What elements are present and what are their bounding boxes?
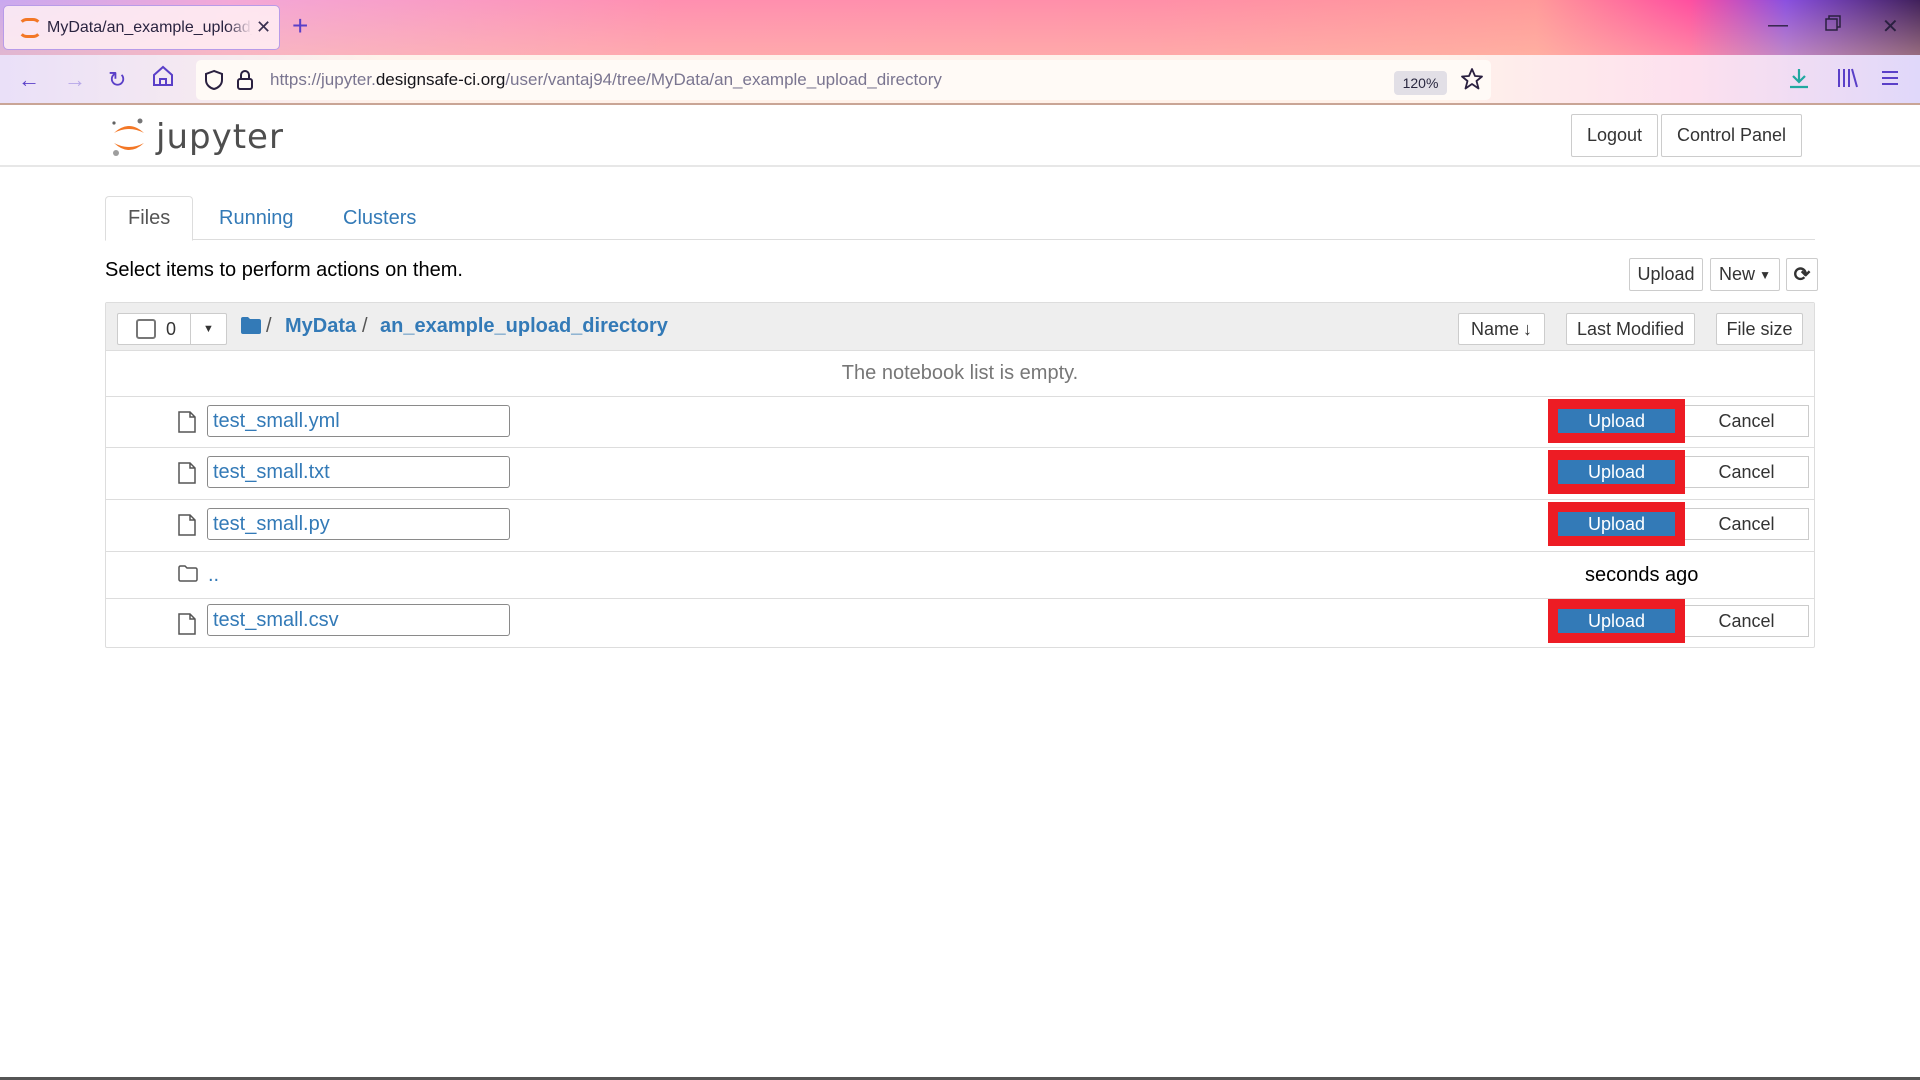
tab-clusters[interactable]: Clusters bbox=[321, 196, 438, 240]
url-text[interactable]: https://jupyter.designsafe-ci.org/user/v… bbox=[270, 70, 942, 90]
select-all-checkbox[interactable]: 0 bbox=[117, 313, 191, 345]
jupyter-page: jupyter Logout Control Panel Files Runni… bbox=[0, 107, 1920, 1080]
file-icon bbox=[178, 462, 196, 484]
back-icon[interactable]: ← bbox=[18, 67, 40, 93]
refresh-button[interactable]: ⟳ bbox=[1786, 258, 1818, 291]
minimize-icon[interactable]: — bbox=[1768, 14, 1788, 37]
jupyter-logo-text: jupyter bbox=[156, 117, 284, 157]
tab-files[interactable]: Files bbox=[105, 196, 194, 241]
tab-title: MyData/an_example_upload_directory bbox=[47, 18, 252, 36]
logout-button[interactable]: Logout bbox=[1571, 114, 1658, 157]
home-icon[interactable] bbox=[152, 65, 174, 93]
control-panel-button[interactable]: Control Panel bbox=[1661, 114, 1802, 157]
file-icon bbox=[178, 411, 196, 433]
upload-files-button[interactable]: Upload bbox=[1629, 258, 1703, 291]
list-item: test_small.py Upload Cancel bbox=[106, 500, 1814, 552]
breadcrumb-separator: / bbox=[266, 315, 272, 337]
url-prefix: https://jupyter. bbox=[270, 70, 376, 89]
upload-highlight: Upload bbox=[1548, 450, 1685, 494]
selected-count: 0 bbox=[166, 318, 177, 339]
list-item: test_small.csv Upload Cancel bbox=[106, 599, 1814, 649]
list-item: .. seconds ago bbox=[106, 552, 1814, 599]
cancel-upload-button[interactable]: Cancel bbox=[1685, 508, 1809, 540]
upload-file-button[interactable]: Upload bbox=[1558, 460, 1675, 484]
file-icon bbox=[178, 514, 196, 536]
cancel-upload-button[interactable]: Cancel bbox=[1685, 605, 1809, 637]
url-path: /user/vantaj94/tree/MyData/an_example_up… bbox=[505, 70, 942, 89]
main-tabs: Files Running Clusters bbox=[105, 196, 1815, 241]
checkbox-icon bbox=[136, 319, 156, 339]
list-header: 0 ▼ / MyData / an_example_upload_directo… bbox=[106, 303, 1814, 351]
browser-titlebar: MyData/an_example_upload_directory ✕ + —… bbox=[0, 0, 1920, 55]
select-dropdown-button[interactable]: ▼ bbox=[190, 313, 227, 345]
upload-file-button[interactable]: Upload bbox=[1558, 409, 1675, 433]
shield-icon[interactable] bbox=[204, 69, 224, 96]
selection-hint: Select items to perform actions on them. bbox=[105, 259, 463, 281]
refresh-icon: ⟳ bbox=[1793, 264, 1811, 286]
library-icon[interactable] bbox=[1836, 67, 1858, 94]
jupyter-favicon-icon bbox=[17, 17, 42, 38]
close-window-icon[interactable]: ✕ bbox=[1882, 14, 1899, 39]
sort-by-last-modified-button[interactable]: Last Modified bbox=[1566, 313, 1695, 345]
filename-input[interactable]: test_small.py bbox=[207, 508, 510, 540]
new-tab-button[interactable]: + bbox=[292, 10, 308, 42]
browser-navbar: ← → ↻ https://jupyter.designsafe-ci.org/… bbox=[0, 55, 1920, 105]
parent-folder-link[interactable]: .. bbox=[208, 564, 219, 587]
folder-icon bbox=[178, 565, 198, 587]
forward-icon[interactable]: → bbox=[64, 67, 86, 93]
close-tab-icon[interactable]: ✕ bbox=[256, 17, 271, 38]
tab-running[interactable]: Running bbox=[197, 196, 316, 240]
upload-file-button[interactable]: Upload bbox=[1558, 609, 1675, 633]
menu-icon[interactable] bbox=[1880, 69, 1900, 92]
new-dropdown-button[interactable]: New ▼ bbox=[1710, 258, 1780, 291]
sort-by-file-size-button[interactable]: File size bbox=[1716, 313, 1803, 345]
folder-root-icon[interactable] bbox=[241, 317, 261, 339]
url-host: designsafe-ci.org bbox=[375, 70, 506, 89]
reload-icon[interactable]: ↻ bbox=[108, 67, 126, 93]
arrow-down-icon: ↓ bbox=[1523, 318, 1532, 339]
jupyter-logo-icon bbox=[110, 115, 148, 159]
upload-highlight: Upload bbox=[1548, 502, 1685, 546]
lock-icon[interactable] bbox=[236, 69, 254, 96]
breadcrumb-mydata[interactable]: MyData bbox=[285, 315, 356, 338]
download-icon[interactable] bbox=[1788, 67, 1810, 96]
zoom-level-badge[interactable]: 120% bbox=[1394, 71, 1447, 95]
file-icon bbox=[178, 613, 196, 635]
cancel-upload-button[interactable]: Cancel bbox=[1685, 405, 1809, 437]
caret-down-icon: ▼ bbox=[203, 323, 214, 335]
jupyter-logo[interactable]: jupyter bbox=[110, 115, 284, 159]
filename-input[interactable]: test_small.csv bbox=[207, 604, 510, 636]
star-icon[interactable] bbox=[1460, 67, 1484, 96]
sort-by-name-button[interactable]: Name ↓ bbox=[1458, 313, 1545, 345]
upload-file-button[interactable]: Upload bbox=[1558, 512, 1675, 536]
breadcrumb-separator: / bbox=[362, 315, 368, 337]
restore-icon[interactable] bbox=[1825, 14, 1841, 37]
last-modified: seconds ago bbox=[1585, 564, 1699, 586]
upload-highlight: Upload bbox=[1548, 399, 1685, 443]
cancel-upload-button[interactable]: Cancel bbox=[1685, 456, 1809, 488]
sort-name-label: Name bbox=[1470, 318, 1519, 339]
url-bar[interactable]: https://jupyter.designsafe-ci.org/user/v… bbox=[196, 60, 1491, 100]
empty-list-message: The notebook list is empty. bbox=[106, 351, 1814, 397]
filename-input[interactable]: test_small.yml bbox=[207, 405, 510, 437]
new-label: New bbox=[1719, 264, 1756, 284]
jupyter-header: jupyter Logout Control Panel bbox=[0, 107, 1920, 167]
notebook-list: 0 ▼ / MyData / an_example_upload_directo… bbox=[105, 302, 1815, 648]
filename-input[interactable]: test_small.txt bbox=[207, 456, 510, 488]
list-item: test_small.yml Upload Cancel bbox=[106, 397, 1814, 448]
breadcrumb-current-directory[interactable]: an_example_upload_directory bbox=[380, 315, 668, 338]
upload-highlight: Upload bbox=[1548, 599, 1685, 643]
browser-tab[interactable]: MyData/an_example_upload_directory ✕ bbox=[3, 5, 280, 50]
list-item: test_small.txt Upload Cancel bbox=[106, 448, 1814, 500]
caret-down-icon: ▼ bbox=[1759, 267, 1771, 282]
